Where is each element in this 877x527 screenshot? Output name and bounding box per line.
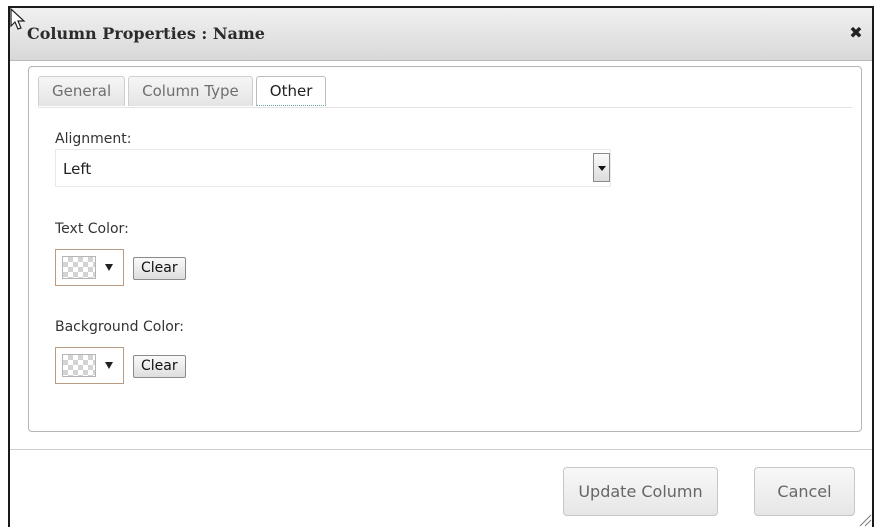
tab-divider (38, 107, 852, 108)
dialog-titlebar[interactable]: Column Properties : Name ✖ (10, 8, 872, 61)
text-color-swatch (62, 256, 96, 279)
footer-divider (10, 449, 872, 450)
tab-general[interactable]: General (38, 76, 126, 106)
cancel-button[interactable]: Cancel (754, 467, 855, 516)
background-color-label: Background Color: (55, 319, 184, 335)
close-icon[interactable]: ✖ (848, 25, 864, 41)
dropdown-arrow-icon (105, 264, 113, 271)
tab-other[interactable]: Other (255, 76, 327, 106)
dialog-title: Column Properties : Name (27, 24, 265, 43)
alignment-value: Left (63, 160, 92, 178)
alignment-select[interactable]: Left (55, 149, 611, 187)
background-color-clear-button[interactable]: Clear (133, 355, 186, 378)
tab-column-type[interactable]: Column Type (128, 76, 253, 106)
dropdown-arrow-icon (105, 362, 113, 369)
resize-grip-icon[interactable] (858, 513, 872, 527)
alignment-label: Alignment: (55, 131, 132, 147)
mouse-pointer-icon (10, 8, 26, 30)
text-color-picker[interactable] (55, 249, 124, 286)
background-color-swatch (62, 354, 96, 377)
background-color-picker[interactable] (55, 347, 124, 384)
text-color-label: Text Color: (55, 221, 129, 237)
update-column-button[interactable]: Update Column (563, 467, 718, 516)
text-color-clear-button[interactable]: Clear (133, 257, 186, 280)
chevron-down-icon[interactable] (593, 153, 610, 182)
properties-panel: General Column Type Other Alignment: Lef… (28, 66, 862, 432)
column-properties-dialog: Column Properties : Name ✖ General Colum… (8, 6, 874, 527)
tab-bar: General Column Type Other (38, 76, 329, 108)
